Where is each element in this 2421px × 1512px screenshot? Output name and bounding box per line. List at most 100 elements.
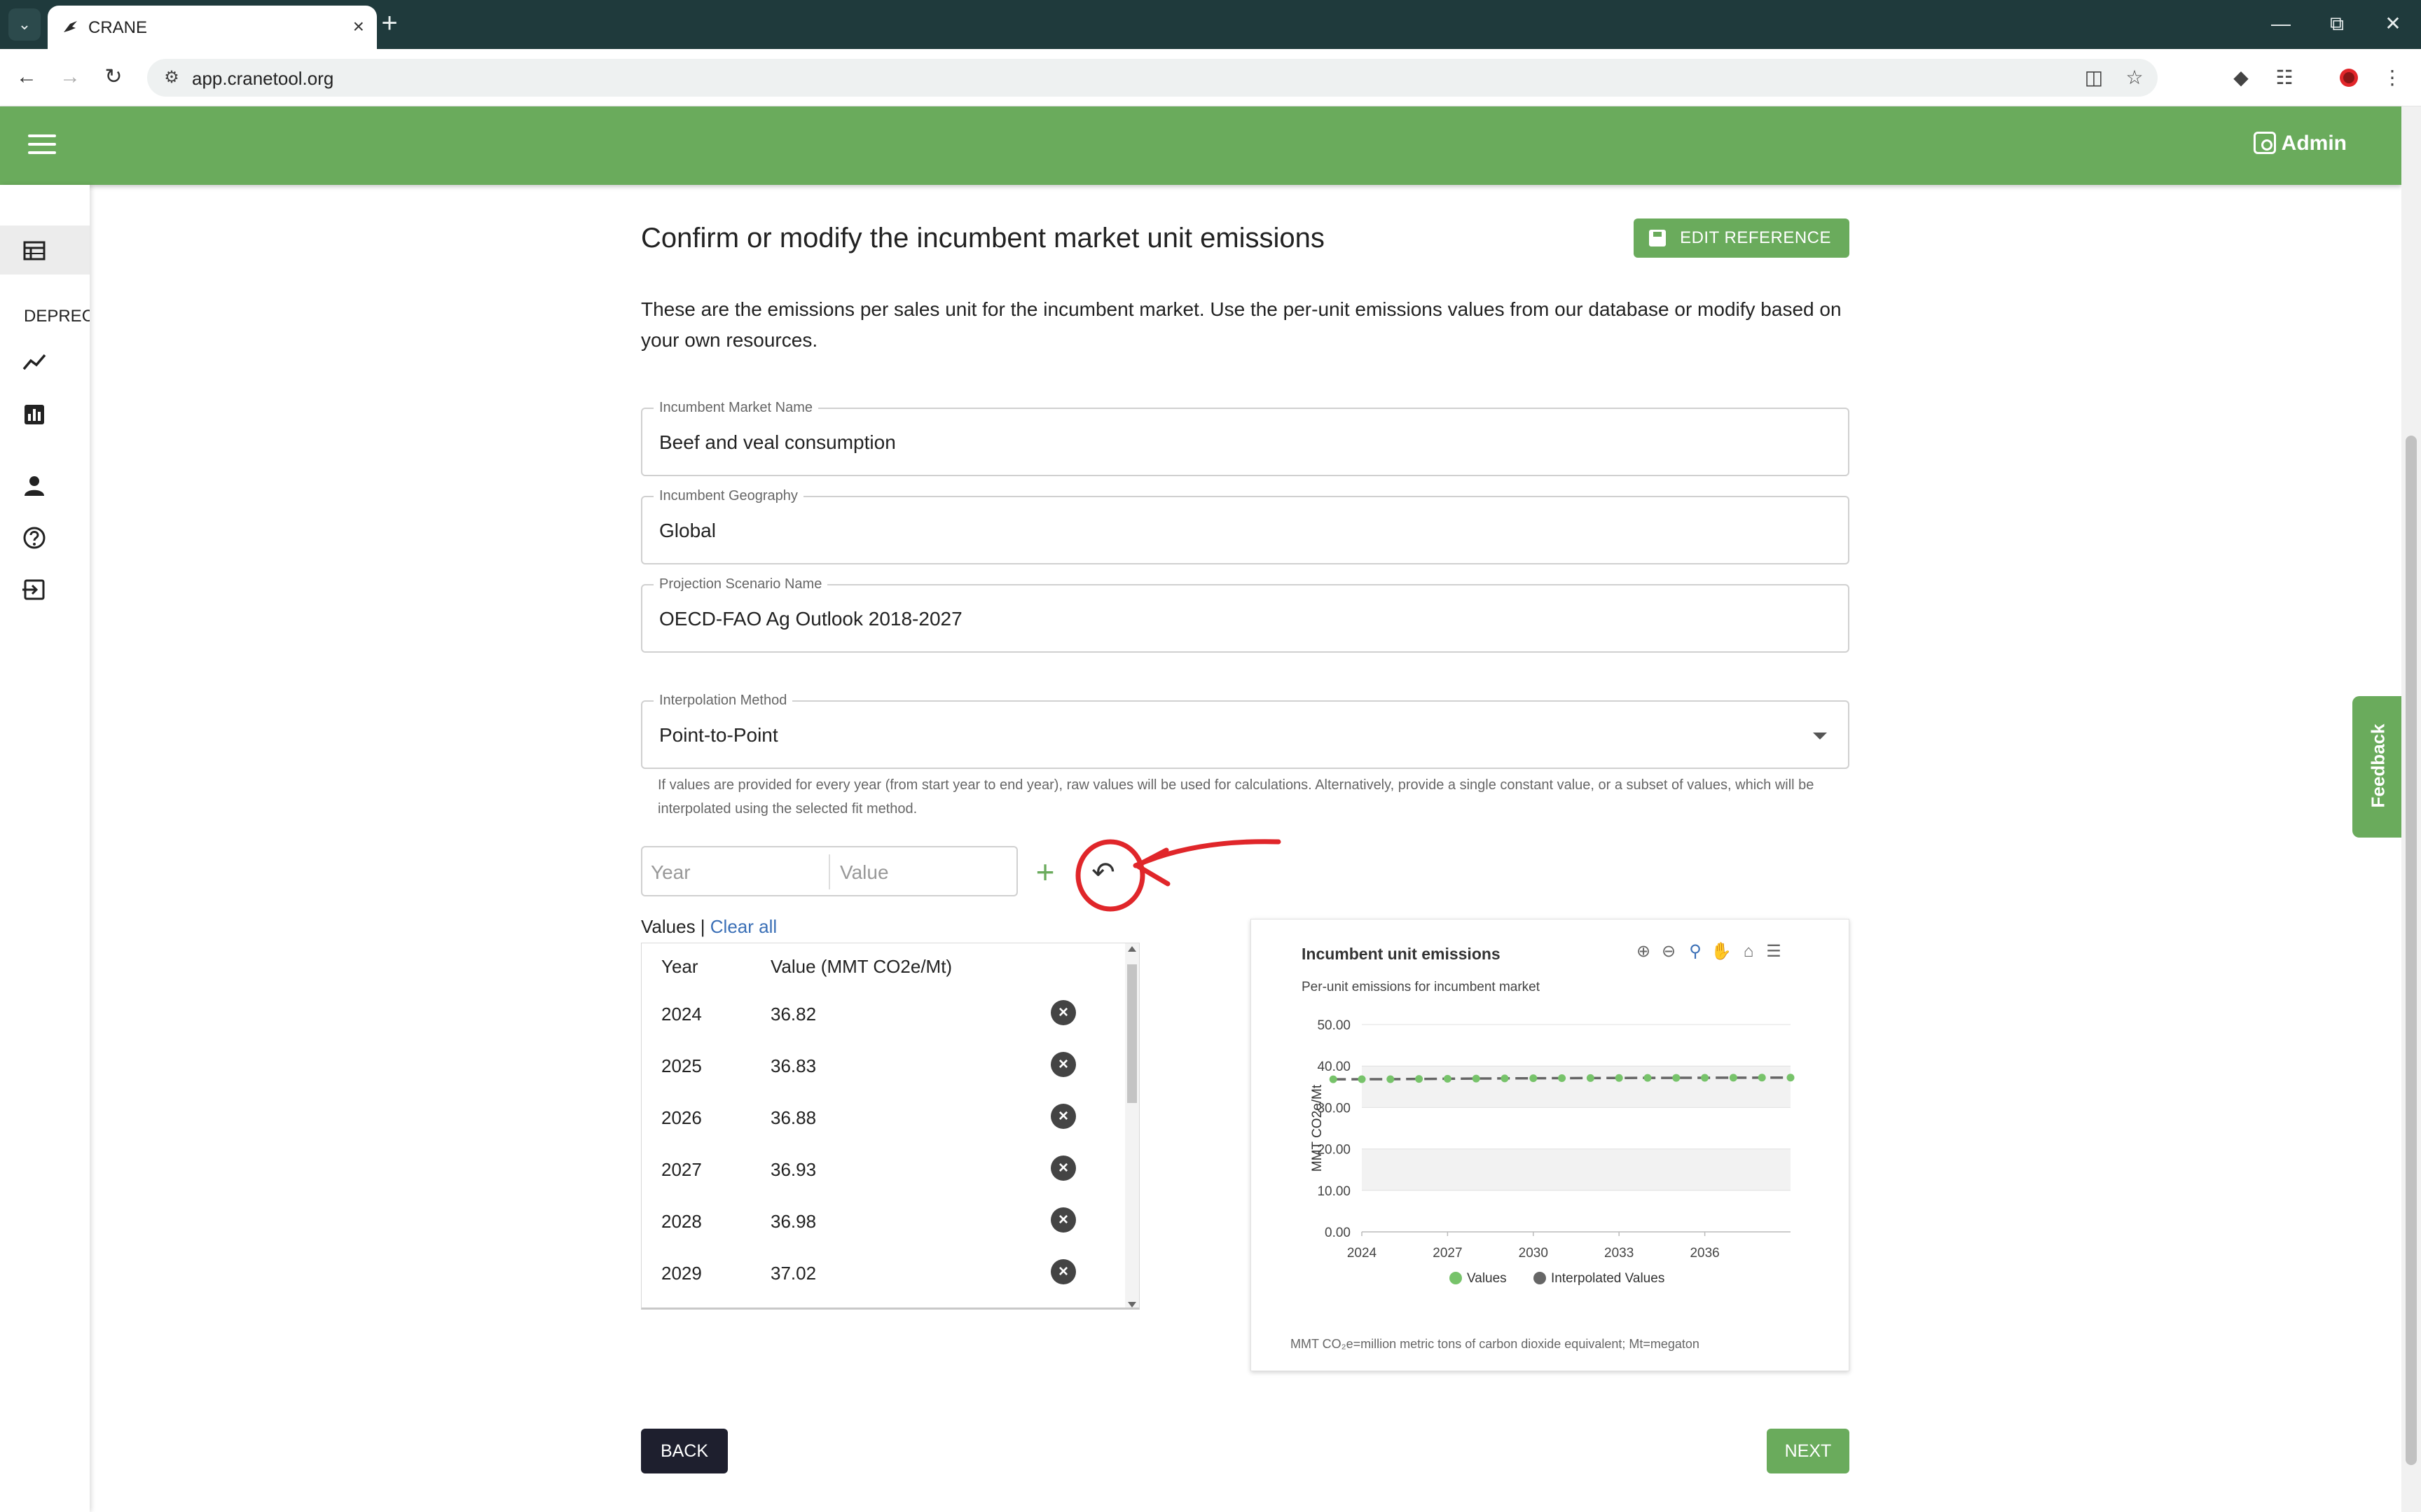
values-table: Year Value (MMT CO2e/Mt) 2024 36.82 × 20… [641,943,1140,1310]
remove-row-icon[interactable]: × [1051,1156,1076,1181]
values-separator: | [695,916,710,937]
menu-hamburger-icon[interactable] [28,134,56,157]
feedback-label: Feedback [2367,723,2389,808]
app-header: Admin [0,106,2401,185]
feedback-tab[interactable]: Feedback [2352,696,2401,838]
extension-badge-icon[interactable]: ◆ [2225,62,2257,94]
geography-value[interactable]: Global [659,520,716,542]
install-app-icon[interactable]: ◫ [2082,66,2106,90]
admin-link[interactable]: Admin [2253,132,2347,155]
interpolation-select[interactable]: Interpolation Method Point-to-Point [641,693,1849,769]
extensions-puzzle-icon[interactable]: ☷ [2268,62,2301,94]
back-button[interactable]: BACK [641,1429,728,1473]
zoom-selection-icon[interactable]: ⚲ [1685,942,1705,962]
remove-row-icon[interactable]: × [1051,1259,1076,1284]
geography-label: Incumbent Geography [654,488,803,504]
bar-chart-icon [25,405,44,424]
reset-home-icon[interactable]: ⌂ [1739,942,1758,962]
legend-values-label: Values [1467,1271,1507,1286]
market-name-field[interactable]: Incumbent Market Name Beef and veal cons… [641,400,1849,476]
remove-row-icon[interactable]: × [1051,1052,1076,1077]
red-annotation-circle-arrow [1075,839,1281,912]
chart-menu-icon[interactable]: ☰ [1764,942,1784,962]
address-bar[interactable]: ⚙ app.cranetool.org ☆ ◫ [147,59,2158,97]
row-value: 36.88 [771,1107,817,1128]
value-point [1329,1075,1337,1083]
reload-icon[interactable]: ↻ [98,62,129,92]
y-tick-label: 10.00 [1317,1184,1351,1199]
rail-item-logout[interactable] [0,564,90,613]
table-scrollbar-thumb[interactable] [1127,964,1137,1103]
row-year: 2024 [661,1004,702,1025]
value-input[interactable]: Value [840,861,1001,884]
scroll-down-arrow-icon[interactable] [1128,1302,1136,1308]
zoom-out-icon[interactable]: ⊖ [1659,942,1678,962]
scenario-value[interactable]: OECD-FAO Ag Outlook 2018-2027 [659,608,963,630]
chart-footnote: MMT CO₂e=million metric tons of carbon d… [1290,1337,1699,1351]
minimize-window-icon[interactable]: — [2260,10,2302,38]
y-axis-label: MMT CO2e/Mt [1310,1084,1325,1172]
value-point [1615,1074,1623,1082]
value-point [1415,1075,1423,1083]
browser-tab-strip: ⌄ CRANE × + — ⧉ ✕ [0,0,2421,49]
page-scrollbar[interactable] [2401,106,2421,1512]
value-point [1672,1074,1681,1082]
entry-divider [829,854,830,889]
year-input[interactable]: Year [651,861,812,884]
remove-row-icon[interactable]: × [1051,1104,1076,1129]
clear-all-link[interactable]: Clear all [710,916,777,937]
remove-row-icon[interactable]: × [1051,1000,1076,1025]
interpolation-value[interactable]: Point-to-Point [659,724,778,747]
row-value: 36.83 [771,1055,817,1076]
values-table-header: Year Value (MMT CO2e/Mt) [642,943,1125,987]
tab-search-button[interactable]: ⌄ [8,8,41,41]
table-row: 2028 36.98 × [642,1194,1125,1246]
new-tab-button[interactable]: + [375,7,404,39]
page-scrollbar-thumb[interactable] [2406,436,2417,1465]
rail-item-trend[interactable] [0,338,90,387]
forward-arrow-icon[interactable]: → [55,62,85,92]
browser-toolbar: ← → ↻ ⚙ app.cranetool.org ☆ ◫ ◆ ☷ ⋮ [0,49,2421,106]
url-text[interactable]: app.cranetool.org [192,68,333,90]
restore-window-icon[interactable]: ⧉ [2316,10,2358,38]
x-tick-label: 2024 [1347,1246,1377,1261]
legend-values-swatch [1449,1272,1462,1284]
rail-item-account[interactable] [0,461,90,510]
rail-item-help[interactable] [0,513,90,562]
scroll-up-arrow-icon[interactable] [1128,946,1136,952]
add-value-button[interactable]: + [1026,854,1064,892]
profile-avatar-icon[interactable] [2333,62,2365,94]
value-point [1386,1075,1395,1083]
scenario-field[interactable]: Projection Scenario Name OECD-FAO Ag Out… [641,576,1849,653]
x-tick-label: 2033 [1604,1246,1634,1261]
row-year: 2029 [661,1263,702,1284]
pan-hand-icon[interactable]: ✋ [1711,942,1732,962]
browser-menu-icon[interactable]: ⋮ [2376,62,2408,94]
zoom-in-icon[interactable]: ⊕ [1634,942,1653,962]
table-scrollbar[interactable] [1125,943,1139,1308]
scenario-label: Projection Scenario Name [654,576,828,592]
dropdown-caret-icon[interactable] [1813,733,1827,740]
rail-item-bar-chart[interactable] [0,389,90,438]
close-tab-icon[interactable]: × [353,15,364,38]
browser-tab[interactable]: CRANE × [48,6,377,49]
y-tick-label: 40.00 [1317,1060,1351,1074]
geography-field[interactable]: Incumbent Geography Global [641,488,1849,564]
value-point [1443,1074,1451,1083]
bookmark-star-icon[interactable]: ☆ [2123,66,2146,90]
edit-reference-button[interactable]: EDIT REFERENCE [1634,219,1849,258]
close-window-icon[interactable]: ✕ [2372,10,2414,38]
logout-icon [22,579,45,600]
market-name-value[interactable]: Beef and veal consumption [659,431,896,454]
remove-row-icon[interactable]: × [1051,1207,1076,1233]
back-arrow-icon[interactable]: ← [11,62,42,92]
x-tick-label: 2036 [1690,1246,1719,1261]
grid-band [1362,1066,1791,1108]
next-button[interactable]: NEXT [1767,1429,1849,1473]
table-row: 2026 36.88 × [642,1090,1125,1142]
page-title: Confirm or modify the incumbent market u… [641,223,1325,254]
help-circle-icon [23,527,46,549]
rail-item-table[interactable] [0,226,90,275]
emissions-chart-card: Incumbent unit emissions Per-unit emissi… [1250,919,1849,1371]
site-settings-icon[interactable]: ⚙ [160,66,184,90]
